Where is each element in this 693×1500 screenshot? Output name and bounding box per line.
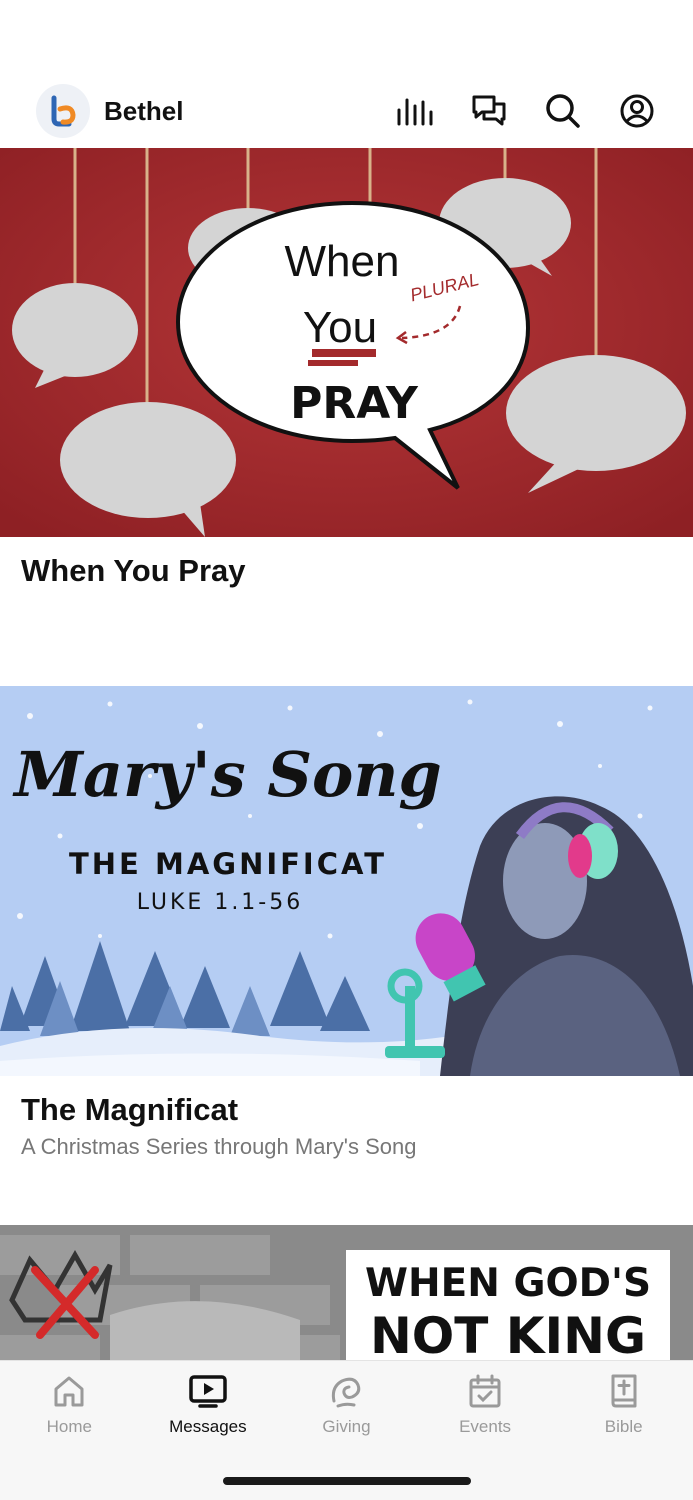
art-script-title: Mary's Song	[12, 738, 442, 811]
art-line-2: NOT KING	[370, 1307, 646, 1360]
audio-bars-icon[interactable]	[395, 91, 435, 131]
tab-label: Events	[459, 1417, 512, 1436]
search-icon[interactable]	[543, 91, 583, 131]
art-heading: THE MAGNIFICAT	[69, 847, 387, 881]
message-card[interactable]: WHEN GOD'S NOT KING	[0, 1225, 693, 1360]
art-line-pray: PRAY	[290, 378, 419, 429]
tab-label: Home	[46, 1417, 92, 1436]
art-line-you: You	[303, 303, 377, 352]
series-artwork: When You PLURAL PRAY	[0, 148, 693, 537]
message-title: When You Pray	[21, 553, 246, 588]
chat-icon[interactable]	[469, 91, 509, 131]
church-name: Bethel	[104, 95, 184, 126]
art-line-when: When	[285, 237, 400, 286]
bethel-logo-icon	[51, 95, 76, 127]
tab-giving[interactable]: Giving	[277, 1373, 416, 1437]
tv-icon	[189, 1375, 227, 1408]
home-icon	[54, 1376, 84, 1407]
tab-events[interactable]: Events	[416, 1373, 555, 1437]
art-line-1: WHEN GOD'S	[365, 1261, 651, 1306]
message-title: The Magnificat	[21, 1092, 239, 1127]
tab-label: Giving	[322, 1417, 371, 1436]
church-logo[interactable]	[36, 84, 90, 138]
app-header: Bethel	[0, 74, 693, 148]
tab-label: Bible	[604, 1417, 643, 1436]
tab-label: Messages	[169, 1417, 247, 1436]
bible-icon	[611, 1374, 637, 1408]
tab-home[interactable]: Home	[0, 1373, 139, 1437]
message-card[interactable]: When You PLURAL PRAY When You Pray	[0, 148, 693, 589]
series-artwork: WHEN GOD'S NOT KING	[0, 1225, 693, 1360]
home-indicator[interactable]	[223, 1477, 471, 1485]
tab-bible[interactable]: Bible	[554, 1373, 693, 1437]
calendar-icon	[469, 1374, 501, 1408]
art-reference: LUKE 1.1-56	[137, 890, 304, 915]
series-artwork: Mary's Song THE MAGNIFICAT LUKE 1.1-56	[0, 686, 693, 1076]
tab-messages[interactable]: Messages	[139, 1373, 278, 1437]
message-subtitle: A Christmas Series through Mary's Song	[21, 1134, 417, 1159]
profile-icon[interactable]	[617, 91, 657, 131]
message-card[interactable]: Mary's Song THE MAGNIFICAT LUKE 1.1-56 T…	[0, 686, 693, 1160]
giving-icon	[332, 1377, 361, 1408]
